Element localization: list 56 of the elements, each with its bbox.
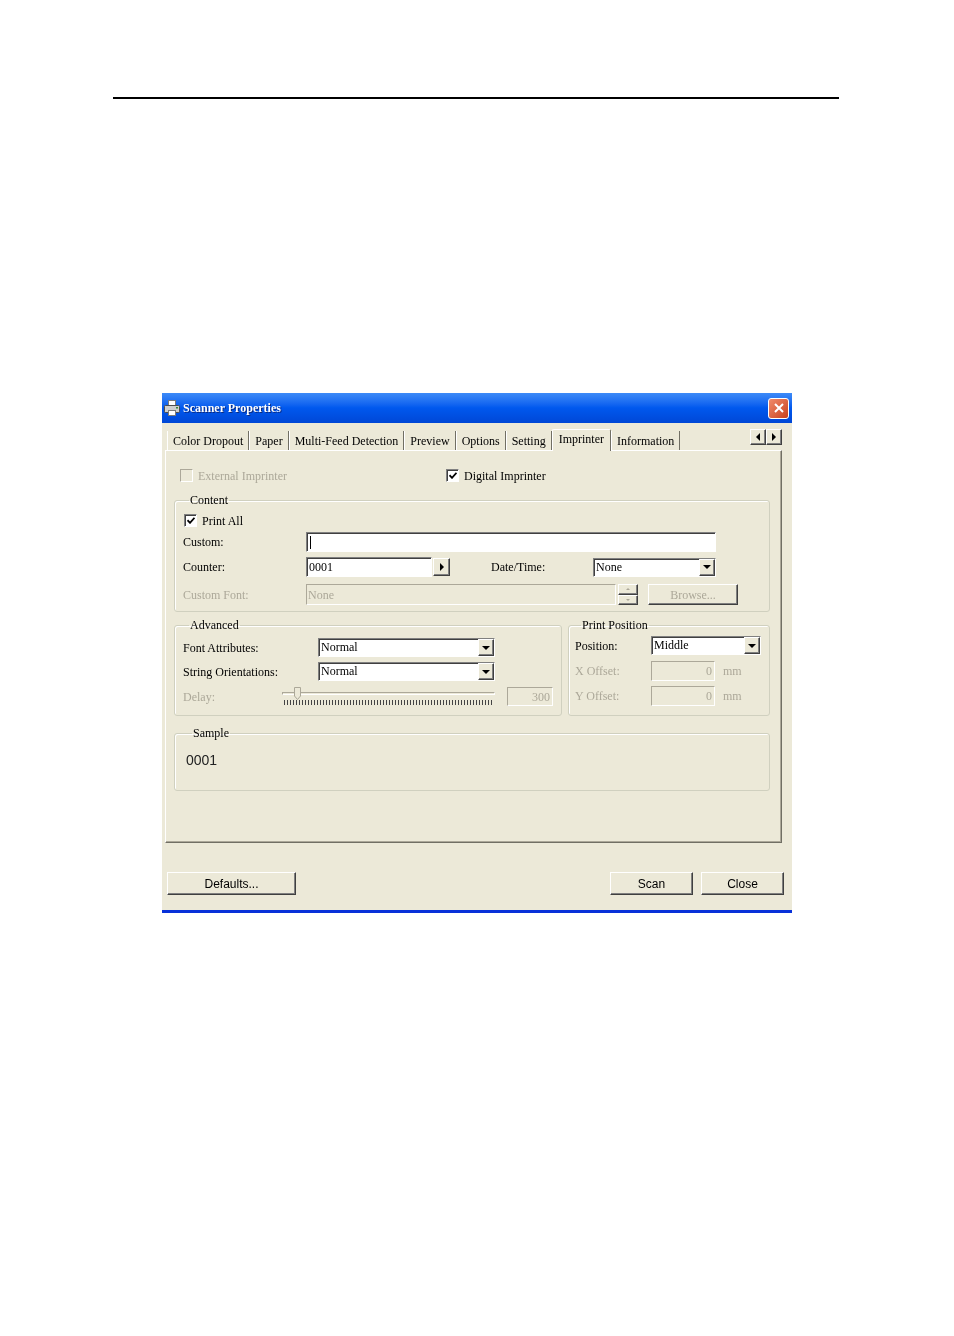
print-all-checkbox[interactable] (184, 514, 197, 527)
string-orientations-dropdown[interactable]: Normal (318, 662, 495, 681)
checkbox-label: External Imprinter (198, 468, 287, 483)
scroll-right-button[interactable] (766, 429, 782, 445)
unit-label: mm (723, 689, 742, 703)
group-title: Sample (192, 727, 230, 740)
font-attributes-dropdown[interactable]: Normal (318, 638, 495, 657)
counter-field[interactable]: 0001 (306, 557, 432, 577)
right-triangle-icon (439, 563, 444, 571)
field-label: Font Attributes: (183, 640, 259, 655)
position-dropdown[interactable]: Middle (651, 636, 761, 655)
tab[interactable]: Paper (249, 431, 289, 450)
checkbox-label: Digital Imprinter (464, 468, 546, 483)
tab[interactable]: Information (611, 431, 681, 450)
field-label: Custom: (183, 535, 224, 549)
left-triangle-icon (756, 433, 760, 441)
field-label: Custom Font: (183, 587, 249, 602)
up-triangle-icon (626, 588, 630, 591)
field-label: Counter: (183, 560, 225, 574)
defaults-button[interactable]: Defaults... (167, 872, 296, 895)
tab[interactable]: Multi-Feed Detection (288, 431, 405, 450)
group-title: Print Position (581, 619, 649, 632)
scroll-left-button[interactable] (750, 429, 766, 445)
field-label: Date/Time: (491, 560, 546, 574)
date-time-dropdown[interactable]: None (593, 557, 716, 577)
window-title: Scanner Properties (183, 401, 281, 415)
checkmark-icon (186, 517, 195, 524)
checkbox-label: Print All (202, 513, 243, 528)
dialog-button[interactable]: Scan (610, 872, 693, 895)
field-label: Delay: (183, 690, 215, 704)
field-label: Position: (575, 638, 618, 653)
right-triangle-icon (772, 433, 776, 441)
dialog-button[interactable]: Close (701, 872, 784, 895)
counter-arrow-button[interactable] (433, 558, 450, 576)
field-label: Y Offset: (575, 689, 620, 703)
printer-icon (164, 400, 180, 416)
tab[interactable]: Preview (404, 431, 456, 450)
spin-down-button[interactable] (618, 594, 638, 605)
sample-text: 0001 (186, 752, 218, 768)
down-triangle-icon (626, 598, 630, 601)
field-label: X Offset: (575, 664, 620, 678)
group-title: Advanced (189, 619, 240, 632)
delay-slider-track[interactable] (282, 687, 495, 700)
close-button[interactable] (768, 397, 789, 419)
custom-text-field[interactable] (306, 532, 716, 552)
tab[interactable]: Options (455, 431, 506, 450)
unit-label: mm (723, 664, 742, 678)
close-icon (773, 403, 784, 413)
spin-up-button[interactable] (618, 584, 638, 595)
group-title: Content (189, 494, 229, 507)
tab[interactable]: Color Dropout (167, 431, 250, 450)
checkmark-icon (448, 472, 457, 479)
imprinter-checkbox[interactable] (446, 469, 459, 482)
tab[interactable]: Setting (505, 431, 552, 450)
tab[interactable]: Imprinter (551, 429, 611, 451)
field-label: String Orientations: (183, 664, 278, 679)
